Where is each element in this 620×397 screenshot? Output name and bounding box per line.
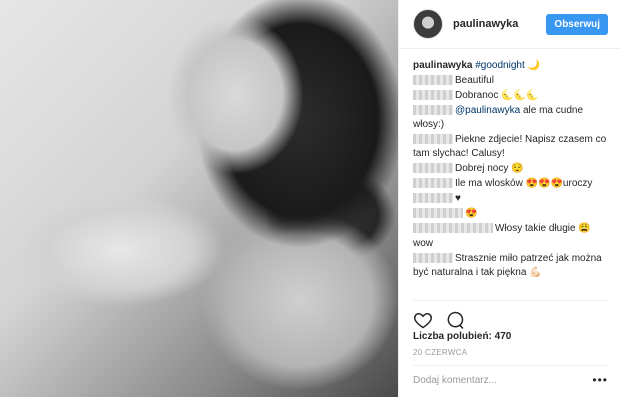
comment-row: @paulinawyka ale ma cudne włosy:) xyxy=(413,104,608,132)
blurred-username[interactable] xyxy=(413,75,453,86)
comment-text: Dobrej nocy 😌 xyxy=(455,163,524,174)
comment-row: 😍 xyxy=(413,207,608,221)
comment-rows: Beautiful Dobranoc 🌜🌜🌜 @paulinawyka ale ma… xyxy=(413,74,608,280)
add-comment-input[interactable]: Dodaj komentarz... xyxy=(413,375,497,386)
more-options-icon[interactable]: ••• xyxy=(592,373,608,387)
caption: paulinawyka #goodnight 🌙 xyxy=(413,59,608,73)
comment-row: Dobrej nocy 😌 xyxy=(413,162,608,176)
blurred-username[interactable] xyxy=(413,163,453,174)
avatar[interactable] xyxy=(413,9,443,39)
comment-row: Włosy takie długie 😩 xyxy=(413,222,608,236)
post-date: 20 CZERWCA xyxy=(413,348,468,357)
comment-row: Piekne zdjecie! Napisz czasem co tam sly… xyxy=(413,133,608,161)
likes-count[interactable]: Liczba polubień: 470 xyxy=(413,331,511,342)
mention-link[interactable]: @paulinawyka xyxy=(455,105,520,116)
blurred-username[interactable] xyxy=(413,223,493,234)
blurred-username[interactable] xyxy=(413,253,453,264)
divider xyxy=(413,365,608,366)
hashtag-link[interactable]: #goodnight xyxy=(475,60,525,71)
comment-text: Ile ma wlosków 😍😍😍uroczy xyxy=(455,178,593,189)
divider xyxy=(413,300,608,301)
blurred-username[interactable] xyxy=(413,193,453,204)
post-sidebar: paulinawyka Obserwuj paulinawyka #goodni… xyxy=(399,0,620,397)
moon-emoji: 🌙 xyxy=(527,60,540,71)
comment-row: wow xyxy=(413,237,608,251)
blurred-username[interactable] xyxy=(413,134,453,145)
comment-text: wow xyxy=(413,238,434,249)
comment-row: Strasznie miło patrzeć jak można być nat… xyxy=(413,252,608,280)
post-header: paulinawyka Obserwuj xyxy=(399,0,620,49)
instagram-post: paulinawyka Obserwuj paulinawyka #goodni… xyxy=(0,0,620,397)
comment-text: Beautiful xyxy=(455,75,494,86)
comments-list: paulinawyka #goodnight 🌙 Beautiful Dobran… xyxy=(399,49,620,309)
comment-icon[interactable] xyxy=(445,310,465,330)
post-photo[interactable] xyxy=(0,0,398,397)
header-username[interactable]: paulinawyka xyxy=(453,18,546,30)
comment-row: Dobranoc 🌜🌜🌜 xyxy=(413,89,608,103)
blurred-username[interactable] xyxy=(413,208,463,219)
follow-button[interactable]: Obserwuj xyxy=(546,13,608,35)
comment-row: Beautiful xyxy=(413,74,608,88)
heart-icon[interactable] xyxy=(413,310,433,330)
caption-username[interactable]: paulinawyka xyxy=(413,60,472,71)
action-bar xyxy=(413,310,465,330)
comment-text: Dobranoc 🌜🌜🌜 xyxy=(455,90,539,101)
blurred-username[interactable] xyxy=(413,105,453,116)
comment-row: ♥ xyxy=(413,192,608,206)
comment-text: Włosy takie długie 😩 xyxy=(495,223,591,234)
comment-text: ♥ xyxy=(455,193,461,204)
blurred-username[interactable] xyxy=(413,178,453,189)
comment-text: 😍 xyxy=(465,208,478,219)
blurred-username[interactable] xyxy=(413,90,453,101)
comment-row: Ile ma wlosków 😍😍😍uroczy xyxy=(413,177,608,191)
